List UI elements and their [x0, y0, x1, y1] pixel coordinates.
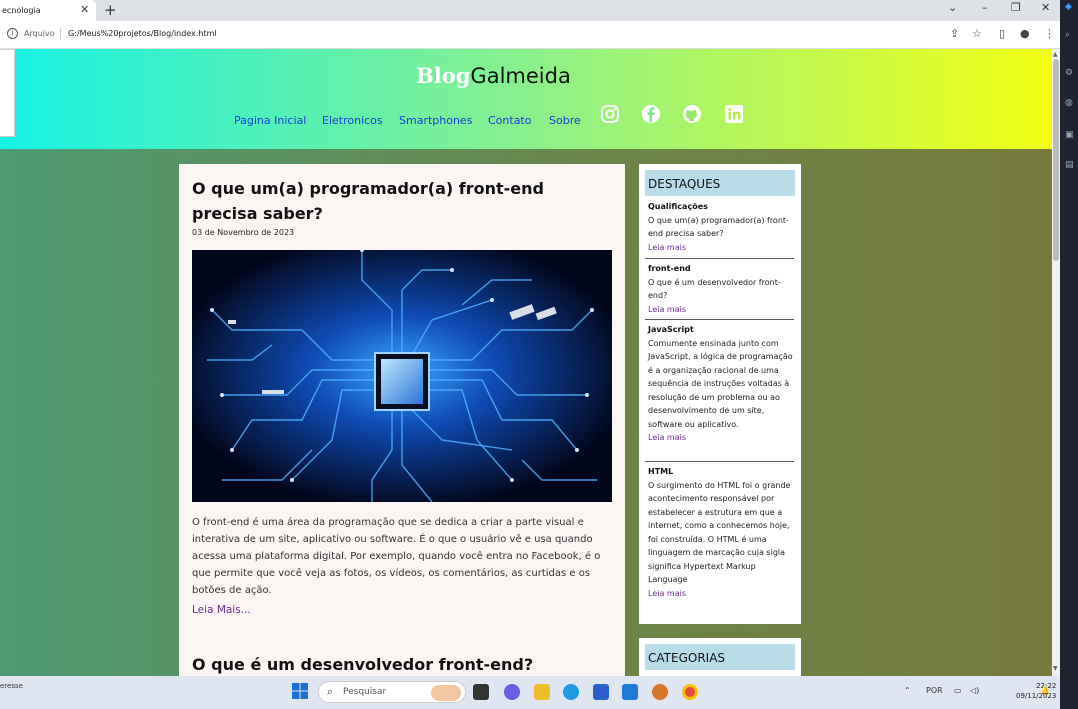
scroll-down-icon[interactable]: ▼ — [1053, 665, 1058, 672]
page-scrollbar[interactable]: ▲ ▼ — [1052, 49, 1060, 676]
sidepanel-icon[interactable]: ▯ — [999, 27, 1005, 40]
sidebar-heading: DESTAQUES — [645, 170, 795, 196]
sidebar-read-more[interactable]: Leia mais — [648, 589, 686, 598]
facebook-icon[interactable] — [641, 104, 661, 124]
sidebar-item-text: Comumente ensinada junto com JavaScript,… — [648, 338, 793, 429]
sidebar-read-more[interactable]: Leia mais — [648, 433, 686, 442]
clock-time: 22:22 — [1036, 682, 1057, 690]
sidebar-item-title: HTML — [648, 467, 674, 476]
sidebar-item-title: Qualificações — [648, 202, 708, 211]
logo-part1: Blog — [416, 63, 471, 88]
tab-title: ecnologia — [2, 6, 41, 15]
search-highlight-icon — [431, 685, 461, 701]
sidebar-item: HTML O surgimento do HTML foi o grande a… — [648, 465, 795, 600]
file-explorer-icon[interactable] — [534, 684, 550, 700]
post-body: O front-end é uma área da programação qu… — [192, 517, 601, 596]
taskbar-search[interactable]: ⌕ Pesquisar — [318, 681, 466, 703]
scroll-up-icon[interactable]: ▲ — [1053, 51, 1058, 58]
chrome-icon[interactable] — [682, 684, 698, 700]
nav-sobre[interactable]: Sobre — [549, 114, 581, 127]
clock-date: 09/11/2023 — [1016, 692, 1057, 700]
sidebar-destaques: DESTAQUES Qualificações O que um(a) prog… — [639, 164, 801, 624]
vscode-icon[interactable]: ◆ — [1065, 2, 1072, 12]
search-icon[interactable]: ⌕ — [1065, 30, 1070, 40]
linkedin-icon[interactable] — [724, 104, 744, 124]
main-content: O que um(a) programador(a) front-end pre… — [179, 164, 625, 676]
tab-bar: ecnologia ✕ + ⌄ – ❐ ✕ — [0, 0, 1060, 21]
post-date: 03 de Novembro de 2023 — [192, 228, 295, 237]
close-tab-icon[interactable]: ✕ — [80, 3, 89, 16]
windows-start-icon[interactable] — [292, 683, 308, 699]
nav-pagina-inicial[interactable]: Pagina Inicial — [234, 114, 306, 127]
sidebar-divider — [645, 258, 794, 259]
address-prefix: Arquivo — [24, 29, 55, 38]
vscode-taskbar-icon[interactable] — [622, 684, 638, 700]
extensions-icon[interactable]: ▣ — [1065, 130, 1074, 140]
sidebar-item-text: O surgimento do HTML foi o grande aconte… — [648, 480, 791, 585]
vscode-side-strip: ◆ ⌕ ⚙ ◍ ▣ ▤ — [1060, 0, 1078, 709]
post2-title[interactable]: O que é um desenvolvedor front-end? — [192, 655, 533, 674]
volume-icon[interactable]: ◁) — [970, 686, 979, 695]
files-icon[interactable]: ▤ — [1065, 160, 1074, 170]
debug-icon[interactable]: ◍ — [1065, 98, 1073, 108]
address-separator — [60, 28, 61, 40]
sidebar-read-more[interactable]: Leia mais — [648, 243, 686, 252]
close-window-icon[interactable]: ✕ — [1041, 1, 1050, 14]
sidebar-item-text: O que um(a) programador(a) front-end pre… — [648, 215, 789, 239]
minimize-icon[interactable]: – — [982, 1, 988, 14]
sidebar-categorias: CATEGORIAS — [639, 638, 801, 676]
edge-icon[interactable] — [563, 684, 579, 700]
windows-taskbar: eresse ⌕ Pesquisar ⌃ POR ▭ ◁) 22:22 09/1… — [0, 676, 1060, 709]
browser-tab[interactable]: ecnologia ✕ — [0, 0, 96, 21]
instagram-icon[interactable] — [600, 104, 620, 124]
nav-eletronicos[interactable]: Eletronicos — [322, 114, 383, 127]
app-icon[interactable] — [652, 684, 668, 700]
nav-contato[interactable]: Contato — [488, 114, 531, 127]
address-bar: i Arquivo G:/Meus%20projetos/Blog/index.… — [0, 21, 1060, 49]
nav-smartphones[interactable]: Smartphones — [399, 114, 472, 127]
sidebar-divider — [645, 461, 794, 462]
post-title[interactable]: O que um(a) programador(a) front-end pre… — [192, 176, 612, 226]
store-icon[interactable] — [593, 684, 609, 700]
chevron-down-icon[interactable]: ⌄ — [948, 1, 957, 14]
taskbar-left-text: eresse — [0, 682, 23, 690]
taskbar-clock[interactable]: 22:22 09/11/2023 — [1016, 681, 1056, 701]
search-placeholder: Pesquisar — [343, 687, 387, 697]
share-icon[interactable]: ⇪ — [950, 27, 959, 40]
url-field[interactable]: G:/Meus%20projetos/Blog/index.html — [68, 29, 217, 38]
sidebar-item-title: front-end — [648, 264, 691, 273]
restore-icon[interactable]: ❐ — [1011, 1, 1021, 14]
categories-heading: CATEGORIAS — [645, 644, 795, 670]
profile-icon[interactable]: ● — [1020, 27, 1030, 40]
new-tab-icon[interactable]: + — [104, 1, 117, 19]
sidebar-item: JavaScript Comumente ensinada junto com … — [648, 323, 795, 445]
info-icon[interactable]: i — [7, 28, 18, 39]
network-icon[interactable]: ▭ — [954, 686, 962, 695]
sidebar-item: front-end O que é um desenvolvedor front… — [648, 262, 795, 316]
github-icon[interactable] — [682, 104, 702, 124]
page-viewport: BlogGalmeida Pagina Inicial Eletronicos … — [0, 49, 1052, 676]
logo-part2: Galmeida — [470, 64, 571, 88]
language-indicator[interactable]: POR — [926, 686, 943, 695]
sidebar-read-more[interactable]: Leia mais — [648, 305, 686, 314]
read-more-link[interactable]: Leia Mais... — [192, 604, 251, 616]
sidebar-item-title: JavaScript — [648, 325, 694, 334]
chat-icon[interactable] — [504, 684, 520, 700]
sidebar-item-text: O que é um desenvolvedor front-end? — [648, 277, 781, 301]
site-logo[interactable]: BlogGalmeida — [416, 63, 571, 88]
header-left-box — [0, 49, 15, 137]
site-header: BlogGalmeida Pagina Inicial Eletronicos … — [0, 49, 1052, 149]
task-view-icon[interactable] — [473, 684, 489, 700]
settings-icon[interactable]: ⚙ — [1065, 68, 1073, 78]
tray-chevron-icon[interactable]: ⌃ — [904, 686, 911, 695]
sidebar-divider — [645, 319, 794, 320]
notification-bell-icon[interactable]: 🔔 — [1040, 686, 1050, 695]
menu-icon[interactable]: ⋮ — [1044, 27, 1055, 40]
scroll-thumb[interactable] — [1053, 59, 1059, 261]
search-icon: ⌕ — [327, 685, 334, 698]
sidebar-item: Qualificações O que um(a) programador(a)… — [648, 200, 795, 254]
star-icon[interactable]: ☆ — [972, 27, 982, 40]
post-image-circuit-chip — [192, 250, 612, 502]
